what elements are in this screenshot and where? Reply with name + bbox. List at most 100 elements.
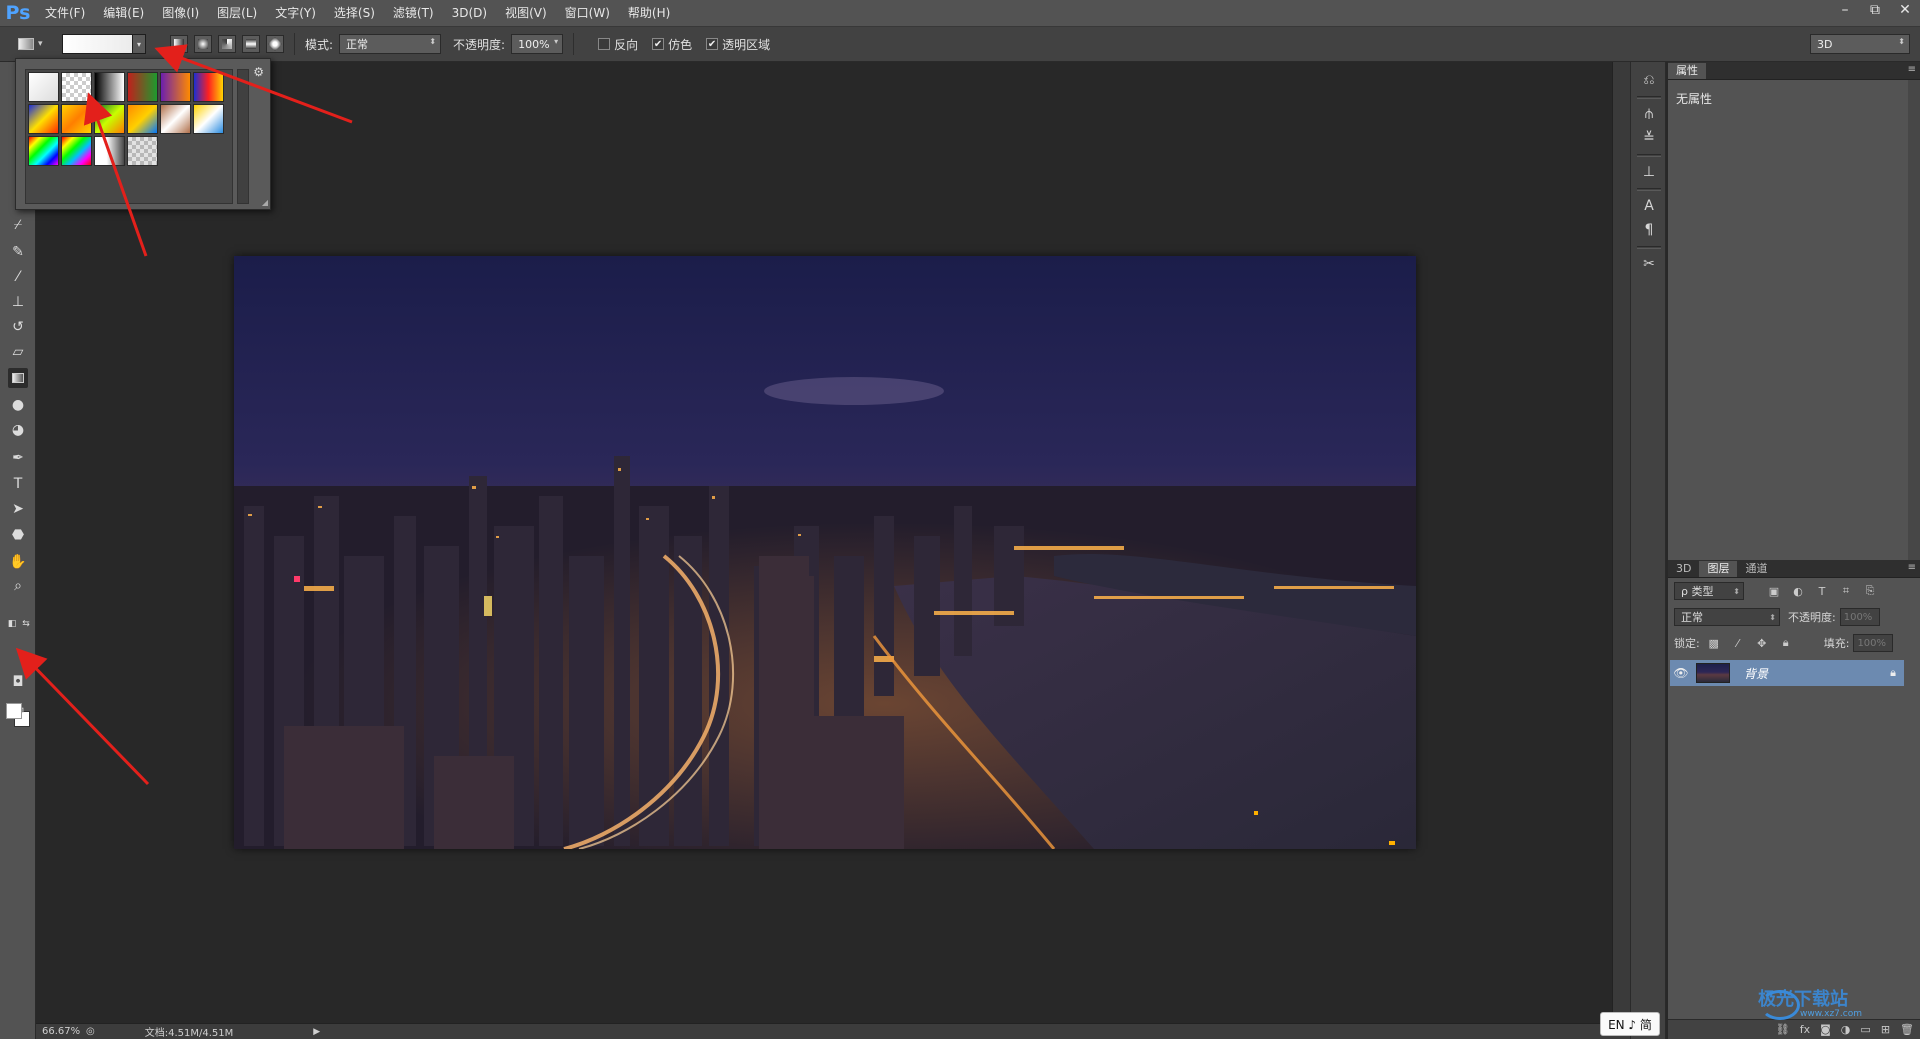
gradient-swatch[interactable] (94, 104, 125, 134)
type-filter-icon[interactable]: T (1814, 583, 1830, 599)
zoom-level[interactable]: 66.67% (36, 1026, 86, 1037)
canvas-image[interactable] (234, 256, 1416, 849)
quick-mask-button[interactable]: ◘ (8, 672, 28, 692)
menu-view[interactable]: 视图(V) (496, 0, 556, 26)
path-selection-tool[interactable]: ➤ (8, 499, 28, 519)
new-layer-icon[interactable]: ⊞ (1881, 1023, 1890, 1036)
gradient-swatch[interactable] (94, 136, 125, 166)
resize-grip-icon[interactable]: ◢ (262, 198, 268, 207)
ime-indicator[interactable]: EN ♪ 简 (1600, 1012, 1660, 1036)
menu-image[interactable]: 图像(I) (153, 0, 208, 26)
restore-button[interactable]: ⧉ (1860, 0, 1890, 20)
hand-tool[interactable]: ✋ (8, 552, 28, 572)
tool-preset-picker[interactable]: ▾ (18, 33, 58, 55)
tool-presets-panel-icon[interactable]: ✂ (1639, 254, 1659, 274)
gradient-dropdown-button[interactable]: ▾ (132, 34, 146, 54)
menu-type[interactable]: 文字(Y) (266, 0, 325, 26)
gradient-swatch[interactable] (28, 104, 59, 134)
panel-menu-icon[interactable]: ≡ (1908, 64, 1916, 75)
shape-tool[interactable]: ⬣ (8, 525, 28, 545)
brush-panel-icon[interactable]: ⫛ (1639, 104, 1659, 124)
tab-3d[interactable]: 3D (1668, 561, 1699, 577)
fx-icon[interactable]: fx (1800, 1023, 1810, 1036)
menu-window[interactable]: 窗口(W) (556, 0, 619, 26)
radial-gradient-button[interactable] (194, 35, 212, 53)
clone-stamp-tool[interactable]: ⊥ (8, 292, 28, 312)
blur-tool[interactable]: ● (8, 395, 28, 415)
shape-filter-icon[interactable]: ⌗ (1838, 583, 1854, 599)
character-panel-icon[interactable]: A (1639, 196, 1659, 216)
eye-icon[interactable]: 👁︎ (1670, 666, 1692, 680)
gradient-swatch[interactable] (160, 104, 191, 134)
gradient-swatch[interactable] (94, 72, 125, 102)
link-icon[interactable]: ⛓ (1776, 1023, 1790, 1036)
paragraph-panel-icon[interactable]: ¶ (1639, 220, 1659, 240)
gradient-swatch[interactable] (127, 136, 158, 166)
foreground-color-swatch[interactable] (6, 703, 22, 719)
panel-menu-icon[interactable]: ≡ (1908, 562, 1916, 573)
gradient-swatch[interactable] (127, 72, 158, 102)
blend-mode-select[interactable]: 正常 ⬍ (1674, 608, 1780, 626)
menu-help[interactable]: 帮助(H) (619, 0, 679, 26)
diamond-gradient-button[interactable] (266, 35, 284, 53)
gradient-tool[interactable] (8, 368, 28, 388)
menu-3d[interactable]: 3D(D) (443, 0, 496, 26)
gradient-swatch[interactable] (193, 72, 224, 102)
folder-icon[interactable]: ▭ (1860, 1023, 1870, 1036)
fill-input[interactable]: 100% (1853, 634, 1894, 652)
lock-all-icon[interactable]: 🔒︎ (1778, 635, 1794, 651)
brush-tool[interactable]: ⁄ (8, 267, 28, 287)
transparency-checkbox[interactable]: ✔ 透明区域 (706, 36, 770, 53)
gradient-swatch[interactable] (28, 72, 59, 102)
adjustment-filter-icon[interactable]: ◐ (1790, 583, 1806, 599)
lock-transparency-icon[interactable]: ▩ (1706, 635, 1722, 651)
menu-filter[interactable]: 滤镜(T) (384, 0, 443, 26)
mode-select[interactable]: 正常 ⬍ (339, 34, 442, 54)
trash-icon[interactable]: 🗑︎ (1900, 1023, 1914, 1036)
gradient-swatch[interactable] (61, 104, 92, 134)
gradient-swatch[interactable] (61, 136, 92, 166)
gradient-swatch[interactable] (61, 72, 92, 102)
pixel-filter-icon[interactable]: ▣ (1766, 583, 1782, 599)
gradient-swatch[interactable] (28, 136, 59, 166)
dodge-tool[interactable]: ◕ (8, 420, 28, 440)
add-mask-icon[interactable]: ◙ (1820, 1023, 1831, 1036)
lock-position-icon[interactable]: ✥ (1754, 635, 1770, 651)
gradient-picker-scrollbar[interactable] (237, 69, 249, 204)
smart-object-filter-icon[interactable]: ⎘ (1862, 583, 1878, 599)
gradient-swatch[interactable] (193, 104, 224, 134)
clone-source-panel-icon[interactable]: ⊥ (1639, 162, 1659, 182)
reflected-gradient-button[interactable] (242, 35, 260, 53)
healing-brush-tool[interactable]: ✎ (8, 242, 28, 262)
close-button[interactable]: ✕ (1890, 0, 1920, 20)
workspace-select[interactable]: 3D ⬍ (1810, 34, 1910, 54)
history-panel-icon[interactable]: ⎌ (1639, 70, 1659, 90)
layer-opacity-input[interactable]: 100% (1839, 608, 1880, 626)
gear-icon[interactable]: ⚙ (253, 65, 264, 79)
layer-filter-select[interactable]: ρ 类型 ⬍ (1674, 582, 1744, 600)
gradient-swatch[interactable] (127, 104, 158, 134)
gradient-preview[interactable]: ▾ (62, 34, 146, 54)
gradient-swatch[interactable] (160, 72, 191, 102)
properties-scrollbar[interactable] (1908, 80, 1920, 560)
menu-file[interactable]: 文件(F) (36, 0, 94, 26)
adjustment-layer-icon[interactable]: ◑ (1841, 1023, 1851, 1036)
document-scrollbar[interactable] (1612, 62, 1630, 1023)
zoom-tool[interactable]: ⌕ (8, 576, 28, 596)
reverse-checkbox[interactable]: 反向 (598, 36, 638, 53)
angle-gradient-button[interactable] (218, 35, 236, 53)
menu-select[interactable]: 选择(S) (325, 0, 384, 26)
minimize-button[interactable]: – (1830, 0, 1860, 20)
history-brush-tool[interactable]: ↺ (8, 317, 28, 337)
tab-layers[interactable]: 图层 (1699, 561, 1738, 577)
menu-layer[interactable]: 图层(L) (208, 0, 266, 26)
tab-properties[interactable]: 属性 (1668, 63, 1706, 79)
linear-gradient-button[interactable] (170, 35, 188, 53)
pen-tool[interactable]: ✒ (8, 448, 28, 468)
play-arrow-icon[interactable]: ▶ (313, 1027, 320, 1037)
eyedropper-tool[interactable]: ⌿ (8, 215, 28, 235)
swap-colors-button[interactable]: ⇆ (16, 614, 36, 634)
layer-row-background[interactable]: 👁︎ 背景 🔒︎ (1670, 660, 1904, 686)
type-tool[interactable]: T (8, 474, 28, 494)
opacity-input[interactable]: 100% ▾ (511, 34, 564, 54)
